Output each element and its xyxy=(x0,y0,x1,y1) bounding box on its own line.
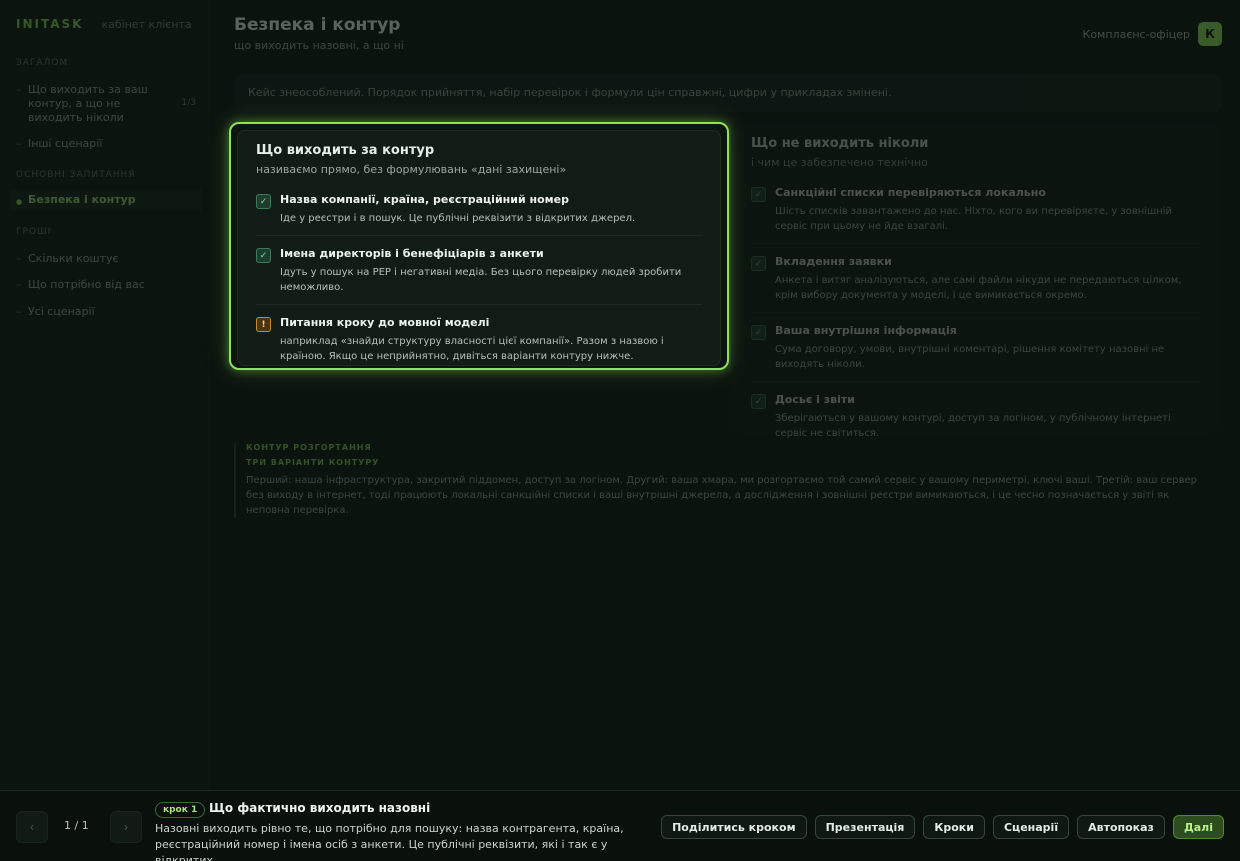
sidebar-section-overview: ЗАГАЛОМ xyxy=(16,58,69,68)
item-description: Шість списків завантажено до нас. Ніхто,… xyxy=(775,206,1173,232)
brand-subtitle: кабінет клієнта xyxy=(101,18,192,31)
step-badge: крок 1 xyxy=(155,802,206,818)
card-subtitle: і чим це забезпечено технічно xyxy=(751,156,928,169)
list-item: ✓ Назва компанії, країна, реєстраційний … xyxy=(256,182,702,236)
sidebar-item-all-scenarios[interactable]: Усі сценарії xyxy=(10,302,202,322)
warning-icon: ! xyxy=(256,317,271,332)
item-title: Питання кроку до мовної моделі xyxy=(280,316,490,329)
share-step-button[interactable]: Поділитись кроком xyxy=(661,815,807,839)
list-item: ✓ Досьє і звіти Зберігаються у вашому ко… xyxy=(751,382,1202,450)
avatar[interactable]: К xyxy=(1198,22,1222,46)
page-title: Безпека і контур xyxy=(234,15,401,35)
brand-logo[interactable]: INITASK xyxy=(16,17,83,31)
user-name: Комплаєнс-офіцер xyxy=(1082,27,1190,41)
list-item: ! Питання кроку до мовної моделі наприкл… xyxy=(256,305,702,373)
shield-icon: ✓ xyxy=(751,394,766,409)
walkthrough-actions: Поділитись кроком Презентація Кроки Сцен… xyxy=(661,815,1224,839)
item-description: Анкета і витяг аналізуються, але самі фа… xyxy=(775,275,1182,301)
sidebar-section-money: ГРОШІ xyxy=(16,227,52,237)
outbound-data-card: Що виходить за контур називаємо прямо, б… xyxy=(229,122,729,370)
item-description: Ідуть у пошук на PEP і негативні медіа. … xyxy=(280,267,682,293)
walkthrough-bar: ‹ 1 / 1 › крок 1 Що фактично виходить на… xyxy=(0,790,1240,861)
previous-step-button[interactable]: ‹ xyxy=(16,811,48,843)
item-title: Ваша внутрішня інформація xyxy=(775,324,957,337)
item-title: Вкладення заявки xyxy=(775,255,892,268)
item-title: Імена директорів і бенефіціарів з анкети xyxy=(280,247,544,260)
list-item: ✓ Вкладення заявки Анкета і витяг аналіз… xyxy=(751,244,1202,313)
section-title: ТРИ ВАРІАНТИ КОНТУРУ xyxy=(246,458,380,467)
chevron-right-icon: › xyxy=(124,820,128,834)
sidebar-item-contour-scenario[interactable]: Що виходить за ваш контур, а що не виход… xyxy=(10,80,202,128)
item-title: Назва компанії, країна, реєстраційний но… xyxy=(280,193,569,206)
sidebar-item-label: Що виходить за ваш контур, а що не виход… xyxy=(28,83,148,124)
item-description: Сума договору, умови, внутрішні коментар… xyxy=(775,344,1165,370)
card-title: Що виходить за контур xyxy=(256,143,435,158)
item-title: Санкційні списки перевіряються локально xyxy=(775,186,1046,199)
page-subtitle: що виходить назовні, а що ні xyxy=(234,39,404,52)
item-description: наприклад «знайди структуру власності ці… xyxy=(280,336,664,362)
sidebar-item-badge: 1/3 xyxy=(181,98,196,108)
item-title: Досьє і звіти xyxy=(775,393,855,406)
presentation-button[interactable]: Презентація xyxy=(814,815,916,839)
sidebar: INITASK кабінет клієнта ЗАГАЛОМ Що виход… xyxy=(0,0,210,790)
check-icon: ✓ xyxy=(256,248,271,263)
check-icon: ✓ xyxy=(256,194,271,209)
autoplay-button[interactable]: Автопоказ xyxy=(1077,815,1165,839)
card-title: Що не виходить ніколи xyxy=(751,136,929,151)
user-menu[interactable]: Комплаєнс-офіцер К xyxy=(1083,22,1222,46)
section-kicker: КОНТУР РОЗГОРТАННЯ xyxy=(246,443,372,452)
card-subtitle: називаємо прямо, без формулювань «дані з… xyxy=(256,163,567,176)
section-text: Перший: наша інфраструктура, закритий пі… xyxy=(246,475,1197,516)
never-outbound-card: Що не виходить ніколи і чим це забезпече… xyxy=(731,122,1222,439)
sidebar-section-main-questions: ОСНОВНІ ЗАПИТАННЯ xyxy=(16,170,136,180)
chevron-left-icon: ‹ xyxy=(30,820,34,834)
scenarios-button[interactable]: Сценарії xyxy=(992,815,1070,839)
sidebar-item-cost[interactable]: Скільки коштує xyxy=(10,249,202,269)
step-counter: 1 / 1 xyxy=(64,819,89,832)
steps-button[interactable]: Кроки xyxy=(923,815,985,839)
brand: INITASK кабінет клієнта xyxy=(16,17,192,31)
step-description: Назовні виходить рівно те, що потрібно д… xyxy=(155,822,624,861)
sidebar-item-other-scenarios[interactable]: Інші сценарії xyxy=(10,134,202,154)
item-description: Зберігаються у вашому контурі, доступ за… xyxy=(775,413,1171,439)
sidebar-item-requirements[interactable]: Що потрібно від вас xyxy=(10,275,202,295)
list-item: ✓ Ваша внутрішня інформація Сума договор… xyxy=(751,313,1202,382)
sidebar-item-security[interactable]: Безпека і контур xyxy=(10,190,202,210)
next-button[interactable]: Далі xyxy=(1172,815,1224,839)
shield-icon: ✓ xyxy=(751,325,766,340)
outbound-data-card-body: Що виходить за контур називаємо прямо, б… xyxy=(237,130,721,366)
list-item: ✓ Імена директорів і бенефіціарів з анке… xyxy=(256,236,702,305)
shield-icon: ✓ xyxy=(751,256,766,271)
step-title: Що фактично виходить назовні xyxy=(209,801,431,815)
next-step-arrow-button[interactable]: › xyxy=(110,811,142,843)
shield-icon: ✓ xyxy=(751,187,766,202)
disclaimer-notice: Кейс знеособлений. Порядок прийняття, на… xyxy=(234,74,1222,112)
item-description: Іде у реєстри і в пошук. Це публічні рек… xyxy=(280,213,636,224)
list-item: ✓ Санкційні списки перевіряються локальн… xyxy=(751,175,1202,244)
deployment-section: КОНТУР РОЗГОРТАННЯ ТРИ ВАРІАНТИ КОНТУРУ … xyxy=(234,443,1214,518)
